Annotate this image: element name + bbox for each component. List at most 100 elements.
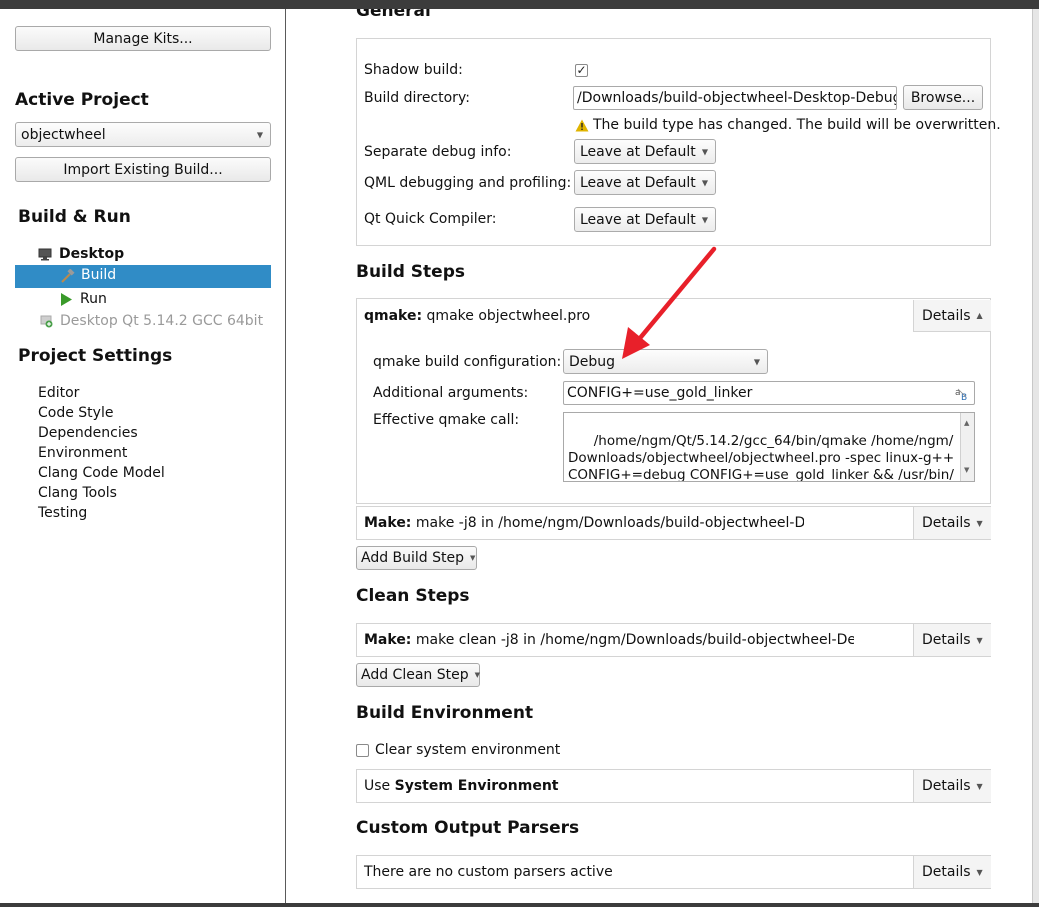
clean-make-step-title-rest: make clean -j8 in /home/ngm/Downloads/bu…: [411, 632, 854, 648]
clean-make-step-panel: Make: make clean -j8 in /home/ngm/Downlo…: [356, 623, 991, 657]
qmake-details-label: Details: [922, 307, 971, 324]
add-build-step-label: Add Build Step: [361, 550, 465, 566]
chevron-down-icon: ▼: [701, 215, 708, 224]
settings-item-testing[interactable]: Testing: [38, 503, 165, 523]
additional-arguments-input[interactable]: CONFIG+=use_gold_linker a B: [563, 381, 975, 405]
kit-plus-icon: [40, 315, 53, 328]
project-settings-heading: Project Settings: [18, 346, 173, 366]
variables-icon[interactable]: a B: [954, 386, 970, 401]
system-environment-bold: System Environment: [394, 778, 559, 794]
parsers-details-label: Details: [922, 864, 971, 880]
effective-qmake-call-value: /home/ngm/Qt/5.14.2/gcc_64/bin/qmake /ho…: [568, 433, 955, 482]
chevron-down-icon: ▼: [470, 554, 476, 562]
hammer-icon: [61, 269, 75, 283]
settings-item-clang-code-model[interactable]: Clang Code Model: [38, 463, 165, 483]
add-build-step-button[interactable]: Add Build Step ▼: [356, 546, 477, 570]
chevron-up-icon: ▲: [976, 311, 983, 320]
chevron-down-icon: ▼: [701, 178, 708, 187]
clear-system-env-label: Clear system environment: [375, 742, 561, 758]
settings-item-environment[interactable]: Environment: [38, 443, 165, 463]
chevron-down-icon: ▼: [474, 671, 481, 679]
make-details-label: Details: [922, 515, 971, 531]
environment-details-button[interactable]: Details ▼: [913, 770, 991, 802]
window-top-edge: [0, 0, 1039, 9]
warning-icon: [575, 119, 589, 131]
browse-button[interactable]: Browse...: [903, 85, 983, 110]
qmake-details-button[interactable]: Details ▲: [913, 300, 991, 332]
make-step-panel: Make: make -j8 in /home/ngm/Downloads/bu…: [356, 506, 991, 540]
scroll-down-icon[interactable]: ▼: [964, 462, 969, 479]
build-type-warning: The build type has changed. The build wi…: [575, 117, 1001, 133]
clean-details-button[interactable]: Details ▼: [913, 624, 991, 656]
svg-text:a: a: [955, 388, 961, 398]
sidebar-item-build[interactable]: Build: [15, 265, 271, 288]
make-details-button[interactable]: Details ▼: [913, 507, 991, 539]
system-environment-title: Use System Environment: [364, 778, 559, 794]
additional-arguments-value: CONFIG+=use_gold_linker: [567, 385, 753, 401]
sidebar: Manage Kits... Active Project objectwhee…: [0, 9, 285, 903]
build-directory-input[interactable]: /Downloads/build-objectwheel-Desktop-Deb…: [573, 86, 897, 110]
qmake-step-title: qmake: qmake objectwheel.pro: [364, 308, 590, 324]
chevron-down-icon: ▼: [976, 781, 983, 791]
settings-item-clang-tools[interactable]: Clang Tools: [38, 483, 165, 503]
window-right-edge: [1032, 9, 1039, 903]
qml-debugging-combo[interactable]: Leave at Default ▼: [574, 170, 716, 195]
active-project-heading: Active Project: [15, 90, 149, 110]
settings-item-editor[interactable]: Editor: [38, 383, 165, 403]
effective-qmake-call-textarea[interactable]: /home/ngm/Qt/5.14.2/gcc_64/bin/qmake /ho…: [563, 412, 975, 482]
effective-qmake-call-label: Effective qmake call:: [373, 412, 520, 428]
build-directory-label: Build directory:: [364, 90, 470, 106]
system-environment-prefix: Use: [364, 778, 395, 794]
chevron-down-icon: ▼: [976, 635, 983, 645]
environment-details-label: Details: [922, 778, 971, 794]
separate-debug-value: Leave at Default: [580, 143, 696, 160]
sidebar-item-run[interactable]: Run: [60, 290, 107, 308]
build-steps-heading: Build Steps: [356, 262, 465, 282]
effective-call-scrollbar[interactable]: ▲ ▼: [960, 413, 974, 481]
qmake-step-title-rest: qmake objectwheel.pro: [422, 308, 591, 324]
add-clean-step-button[interactable]: Add Clean Step ▼: [356, 663, 480, 687]
make-step-title-rest: make -j8 in /home/ngm/Downloads/build-ob…: [411, 515, 804, 531]
main-content: General Shadow build: ✓ Build directory:…: [286, 9, 1032, 903]
kit-desktop-label: Desktop: [59, 246, 125, 262]
project-combo[interactable]: objectwheel ▼: [15, 122, 271, 147]
clean-make-step-title-bold: Make:: [364, 632, 412, 648]
kit-desktop-qt[interactable]: Desktop Qt 5.14.2 GCC 64bit: [40, 312, 263, 330]
separate-debug-combo[interactable]: Leave at Default ▼: [574, 139, 716, 164]
qt-quick-compiler-value: Leave at Default: [580, 211, 696, 228]
qmake-step-title-bold: qmake:: [364, 308, 423, 324]
red-arrow-annotation: [622, 246, 717, 359]
parsers-details-button[interactable]: Details ▼: [913, 856, 991, 888]
chevron-down-icon: ▼: [256, 130, 263, 139]
run-triangle-icon: [61, 292, 72, 306]
monitor-icon: [38, 248, 52, 260]
qt-quick-compiler-combo[interactable]: Leave at Default ▼: [574, 207, 716, 232]
kit-desktop-qt-label: Desktop Qt 5.14.2 GCC 64bit: [60, 313, 264, 329]
manage-kits-button[interactable]: Manage Kits...: [15, 26, 271, 51]
additional-arguments-label: Additional arguments:: [373, 385, 529, 401]
scroll-up-icon[interactable]: ▲: [964, 415, 969, 432]
system-environment-panel: Use System Environment Details ▼: [356, 769, 991, 803]
general-heading: General: [356, 9, 431, 21]
chevron-down-icon: ▼: [976, 867, 983, 877]
chevron-down-icon: ▼: [753, 357, 760, 366]
kit-desktop[interactable]: Desktop: [38, 245, 124, 263]
clean-make-step-title: Make: make clean -j8 in /home/ngm/Downlo…: [364, 632, 854, 648]
build-directory-value: /Downloads/build-objectwheel-Desktop-Deb…: [577, 90, 897, 106]
qml-debugging-label: QML debugging and profiling:: [364, 175, 572, 191]
sidebar-item-build-label: Build: [81, 267, 117, 283]
qmake-build-config-label: qmake build configuration:: [373, 354, 562, 370]
import-existing-build-button[interactable]: Import Existing Build...: [15, 157, 271, 182]
shadow-build-checkbox[interactable]: ✓: [575, 64, 588, 77]
settings-item-dependencies[interactable]: Dependencies: [38, 423, 165, 443]
shadow-build-label: Shadow build:: [364, 62, 463, 78]
custom-parsers-text: There are no custom parsers active: [364, 864, 613, 880]
settings-item-code-style[interactable]: Code Style: [38, 403, 165, 423]
clear-system-env-checkbox[interactable]: [356, 744, 369, 757]
chevron-down-icon: ▼: [976, 518, 983, 528]
chevron-down-icon: ▼: [701, 147, 708, 156]
project-settings-list: Editor Code Style Dependencies Environme…: [38, 383, 165, 523]
make-step-title: Make: make -j8 in /home/ngm/Downloads/bu…: [364, 515, 804, 531]
sidebar-item-run-label: Run: [80, 291, 107, 307]
qt-quick-compiler-label: Qt Quick Compiler:: [364, 211, 497, 227]
